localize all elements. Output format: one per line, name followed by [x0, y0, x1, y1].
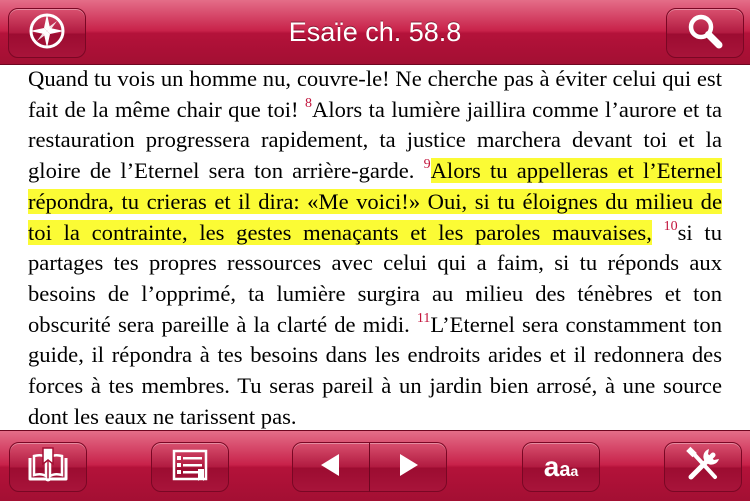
passage-text-segment	[652, 220, 664, 245]
settings-button[interactable]	[664, 442, 742, 492]
list-icon	[171, 448, 209, 487]
font-size-medium-glyph: a	[559, 459, 571, 481]
font-size-small-glyph: a	[570, 463, 579, 479]
search-icon	[685, 11, 725, 56]
bottom-toolbar: a a a	[0, 430, 750, 501]
verse-number-8[interactable]: 8	[305, 96, 312, 111]
bookmarks-button[interactable]	[9, 442, 87, 492]
verse-number-10[interactable]: 10	[664, 219, 678, 234]
font-size-icon: a a a	[544, 451, 579, 483]
search-button[interactable]	[666, 8, 744, 58]
verse-number-9[interactable]: 9	[424, 157, 431, 172]
next-arrow-icon	[394, 451, 422, 484]
previous-arrow-icon	[317, 451, 345, 484]
chapter-list-button[interactable]	[151, 442, 229, 492]
next-chapter-button[interactable]	[369, 442, 447, 492]
compass-button[interactable]	[8, 8, 86, 58]
compass-icon	[27, 11, 67, 56]
reading-area[interactable]: Quand tu vois un homme nu, couvre-le! Ne…	[0, 64, 750, 430]
font-size-button[interactable]: a a a	[522, 442, 600, 492]
previous-chapter-button[interactable]	[292, 442, 370, 492]
top-bar: Esaïe ch. 58.8	[0, 0, 750, 65]
tools-icon	[683, 445, 723, 490]
passage-text: Quand tu vois un homme nu, couvre-le! Ne…	[0, 64, 750, 430]
page-title: Esaïe ch. 58.8	[288, 17, 462, 47]
font-size-large-glyph: a	[543, 451, 560, 482]
book-bookmark-icon	[26, 446, 70, 489]
verse-number-11[interactable]: 11	[417, 311, 430, 326]
